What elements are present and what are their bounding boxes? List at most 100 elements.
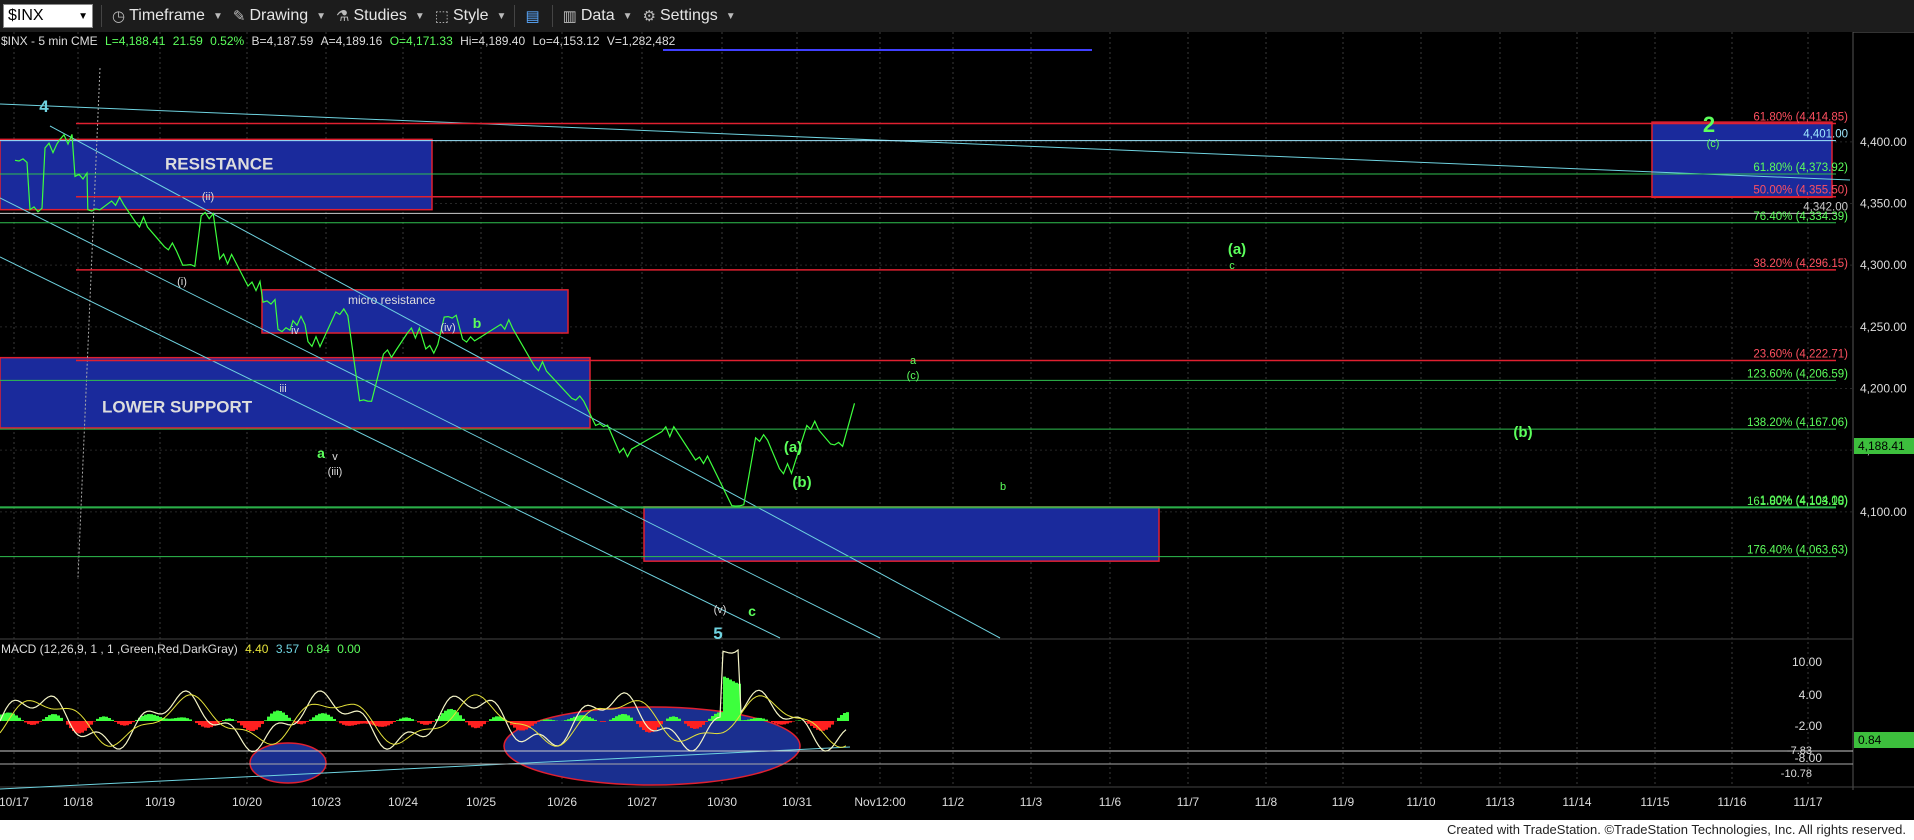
zone-box[interactable] <box>0 138 433 211</box>
macd-bar <box>756 717 759 721</box>
macd-bar <box>102 716 105 721</box>
settings-menu[interactable]: ⚙ Settings ▼ <box>643 7 736 25</box>
macd-bar <box>585 715 588 721</box>
macd-bar <box>765 719 768 721</box>
macd-bar <box>27 721 30 725</box>
macd-bar <box>168 718 171 721</box>
quote-low: Lo=4,153.12 <box>532 34 600 48</box>
macd-bar <box>393 721 396 723</box>
zone-box[interactable] <box>643 506 1160 562</box>
wave-label: (iii) <box>328 466 343 478</box>
macd-bar <box>351 721 354 726</box>
x-tick-label: 10/30 <box>707 795 737 809</box>
data-label: Data <box>580 7 615 24</box>
y-tick-label: 4,250.00 <box>1860 320 1907 334</box>
x-tick-label: 11/16 <box>1717 795 1746 809</box>
macd-bar <box>630 717 633 721</box>
macd-bar <box>180 717 183 721</box>
macd-bar <box>183 717 186 721</box>
wave-label: (c) <box>907 370 920 382</box>
data-menu[interactable]: ▥ Data ▼ <box>563 7 633 25</box>
macd-bar <box>678 718 681 721</box>
macd-bar <box>522 721 525 731</box>
layout-button[interactable]: ▤ <box>525 7 543 25</box>
macd-bar <box>132 721 135 723</box>
macd-bar <box>627 715 630 721</box>
macd-oval <box>249 742 327 784</box>
fib-label: 1.00% (4,104.00) <box>1760 495 1848 507</box>
macd-bar <box>156 715 159 721</box>
chevron-down-icon: ▼ <box>496 10 507 22</box>
macd-bar <box>822 721 825 731</box>
macd-bar <box>600 721 603 722</box>
wave-label: (b) <box>1513 424 1532 441</box>
macd-bar <box>405 717 408 721</box>
macd-bar <box>705 721 708 722</box>
price-chart[interactable]: RESISTANCEmicro resistanceLOWER SUPPORT … <box>0 32 1914 820</box>
x-tick-label: 11/2 <box>942 795 965 809</box>
zone-box[interactable] <box>0 356 591 429</box>
macd-bar <box>24 721 27 723</box>
macd-bar <box>261 721 264 724</box>
last-price-label: 4,188.41 <box>1858 439 1905 453</box>
macd-bar <box>201 721 204 727</box>
fib-label: 138.20% (4,167.06) <box>1747 417 1848 429</box>
macd-bar <box>594 719 597 721</box>
macd-bar <box>105 716 108 721</box>
fib-label: 38.20% (4,296.15) <box>1753 258 1848 270</box>
macd-bar <box>615 716 618 721</box>
macd-bar <box>42 719 45 721</box>
x-tick-label: 11/17 <box>1793 795 1822 809</box>
macd-bar <box>300 721 303 725</box>
macd-bar <box>111 719 114 721</box>
macd-bar <box>249 721 252 732</box>
macd-bar <box>285 714 288 721</box>
macd-bar <box>771 721 774 723</box>
x-tick-label: 10/20 <box>232 795 262 809</box>
macd-bar <box>516 721 519 730</box>
macd-bar <box>45 717 48 721</box>
wave-label: a <box>317 445 325 461</box>
drawing-menu[interactable]: ✎ Drawing ▼ <box>233 7 326 25</box>
timeframe-menu[interactable]: ◷ Timeframe ▼ <box>112 7 223 25</box>
wave-label: iii <box>279 383 286 395</box>
bar-chart-icon: ▥ <box>562 8 577 25</box>
macd-tick-label: 10.00 <box>1792 655 1822 669</box>
macd-value-1: 4.40 <box>245 642 269 656</box>
fib-label: 23.60% (4,222.71) <box>1753 348 1848 360</box>
style-menu[interactable]: ⬚ Style ▼ <box>435 7 507 25</box>
macd-bar <box>603 721 606 722</box>
macd-bar <box>204 721 207 728</box>
symbol-input[interactable]: $INX ▼ <box>3 4 93 28</box>
macd-bar <box>381 721 384 727</box>
y-tick-label: 4,300.00 <box>1860 258 1907 272</box>
macd-bar <box>324 713 327 721</box>
macd-bar <box>273 711 276 721</box>
macd-bar <box>399 718 402 721</box>
macd-bar <box>588 716 591 721</box>
macd-bar <box>60 717 63 721</box>
macd-bar <box>99 717 102 721</box>
wave-label: (i) <box>177 276 187 288</box>
fib-label: 50.00% (4,355.50) <box>1753 185 1848 197</box>
x-tick-label: 10/24 <box>388 795 418 809</box>
macd-bar <box>339 721 342 724</box>
x-tick-label: 11/3 <box>1020 795 1043 809</box>
wave-label: iv <box>291 325 299 337</box>
chevron-down-icon: ▼ <box>725 10 736 22</box>
macd-bar <box>384 721 387 727</box>
quote-change: 21.59 <box>172 34 203 48</box>
wave-label: 2 <box>1703 112 1715 137</box>
wave-label: b <box>473 315 482 331</box>
macd-bar <box>345 721 348 726</box>
macd-bar <box>480 721 483 727</box>
macd-bar <box>171 718 174 721</box>
macd-bar <box>780 721 783 725</box>
macd-bar <box>687 721 690 727</box>
macd-level-label: -10.78 <box>1781 768 1812 780</box>
clock-icon: ◷ <box>112 8 126 25</box>
macd-bar <box>363 721 366 724</box>
studies-menu[interactable]: ⚗ Studies ▼ <box>336 7 425 25</box>
x-tick-label: 11/15 <box>1640 795 1669 809</box>
macd-bar <box>723 676 726 721</box>
